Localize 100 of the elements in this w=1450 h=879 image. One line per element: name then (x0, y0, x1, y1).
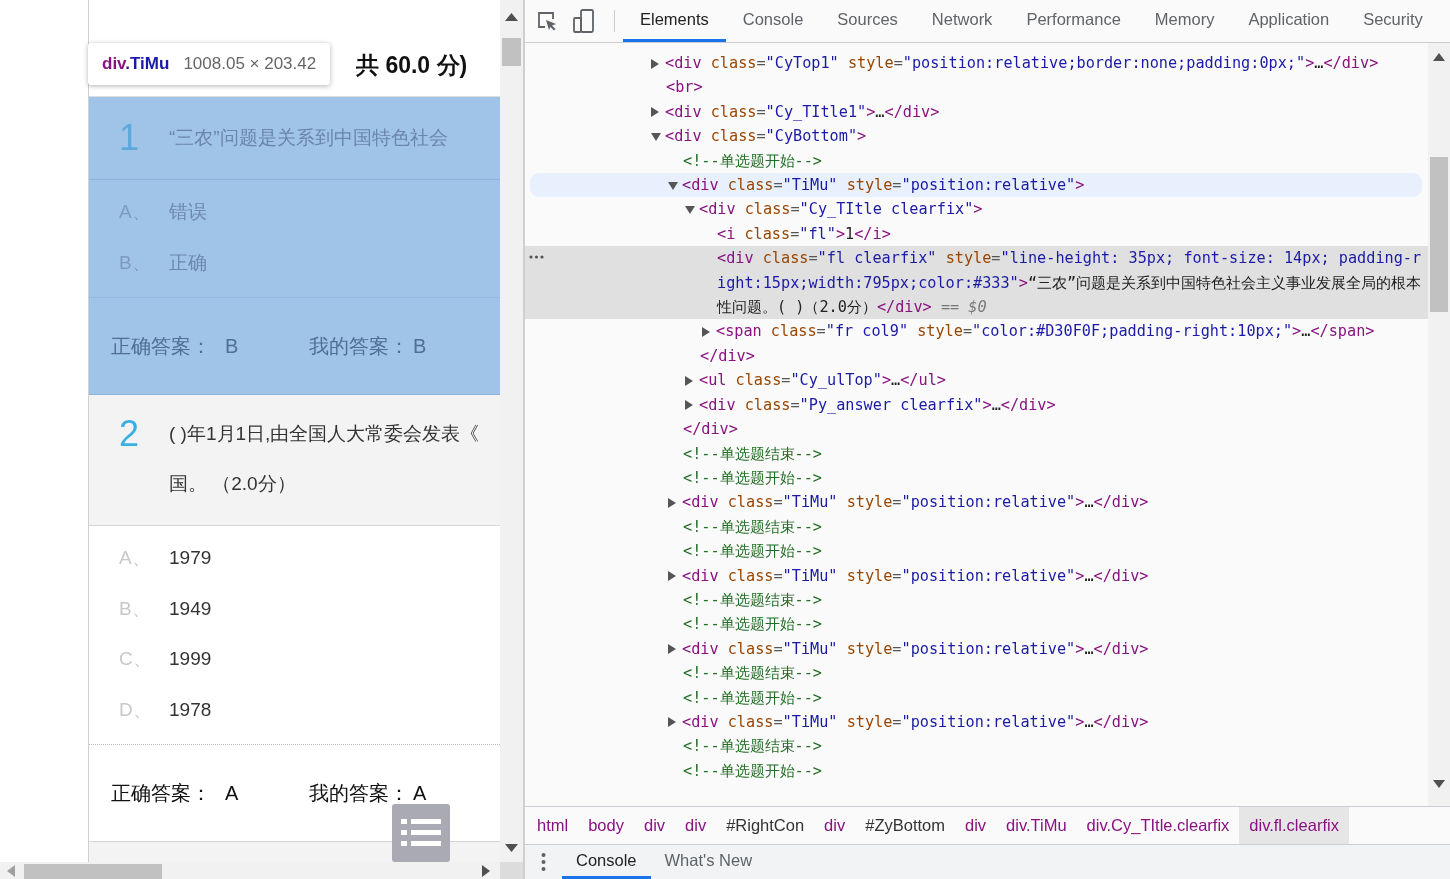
dom-tree-row[interactable]: <div class="Cy_TItle clearfix"> (525, 197, 1428, 222)
dom-tree-row[interactable]: <div class="CyBottom"> (525, 124, 1428, 149)
more-options-icon[interactable] (541, 852, 546, 872)
dom-tree-row[interactable]: <div class="TiMu" style="position:relative">…</div> (525, 563, 1428, 588)
breadcrumb[interactable]: div (633, 807, 676, 844)
panel-tab[interactable]: Performance (1009, 0, 1138, 42)
more-icon[interactable] (529, 255, 544, 260)
breadcrumb[interactable]: #RightCon (716, 807, 815, 844)
answer-value: B (413, 334, 427, 359)
dom-tree-row[interactable]: <!--单选题结束--> (525, 441, 1428, 466)
element-size: 1008.05 × 203.42 (183, 53, 317, 76)
code-text: <!--单选题开始--> (683, 151, 822, 170)
panel-tab[interactable]: Sources (820, 0, 915, 42)
dom-tree-row[interactable]: </div> (525, 417, 1428, 442)
dom-tree-row[interactable]: <!--单选题结束--> (525, 661, 1428, 686)
option-text: 1949 (169, 596, 212, 621)
device-toolbar-icon[interactable] (573, 9, 595, 33)
dom-tree-row[interactable]: <div class="TiMu" style="position:relative">…</div> (525, 636, 1428, 662)
answer-label: 我的答案： (309, 781, 409, 806)
scroll-right-arrow-icon[interactable] (482, 865, 490, 877)
scrollbar[interactable] (1428, 43, 1450, 806)
dom-tree-row[interactable]: <!--单选题开始--> (525, 148, 1428, 174)
panel-tab[interactable]: Memory (1137, 0, 1232, 42)
scrollbar-thumb[interactable] (1430, 157, 1448, 312)
dom-tree-row[interactable]: <div class="Cy_TItle1">…</div> (525, 99, 1428, 125)
code-text: </div> (700, 346, 755, 365)
answer-label: 正确答案： (111, 334, 211, 359)
panel-tab[interactable]: Network (914, 0, 1010, 42)
code-text: <span class="fr col9" style="color:#D30F0F;padding-right:10px;">…</span> (716, 322, 1375, 341)
dom-tree-row[interactable]: <!--单选题开始--> (525, 685, 1428, 710)
scroll-down-arrow-icon[interactable] (505, 844, 518, 852)
dom-tree-row[interactable]: <br> (525, 75, 1428, 100)
code-text: <ul class="Cy_ulTop">…</ul> (699, 371, 946, 390)
dom-tree-row[interactable]: <span class="fr col9" style="color:#D30F0F;padding-right:10px;">…</span> (525, 319, 1428, 344)
code-text: <div class="TiMu" style="position:relative">…</div> (682, 493, 1149, 512)
answer-value: B (225, 334, 239, 359)
scroll-up-arrow-icon[interactable] (505, 13, 518, 21)
code-text: <!--单选题结束--> (683, 664, 822, 683)
score-heading: 共 60.0 分) (356, 50, 468, 80)
answer-label: 我的答案： (309, 334, 409, 359)
dom-tree-row[interactable]: <!--单选题开始--> (525, 612, 1428, 637)
breadcrumb[interactable]: div.TiMu (996, 807, 1077, 844)
panel-tab[interactable]: Elements (623, 0, 726, 42)
drawer-tab[interactable]: Console (562, 845, 651, 879)
breadcrumb[interactable]: div.fl.clearfix (1239, 807, 1349, 844)
breadcrumb[interactable]: div.Cy_TItle.clearfix (1076, 807, 1240, 844)
scrollbar[interactable] (500, 0, 523, 862)
code-text: <div class="Py_answer clearfix">…</div> (699, 395, 1056, 414)
dom-tree-row[interactable]: </div> (525, 343, 1428, 369)
dom-tree-row[interactable]: <!--单选题结束--> (525, 734, 1428, 759)
dom-tree-row[interactable]: <div class="TiMu" style="position:relative">…</div> (525, 490, 1428, 515)
panel-tab[interactable]: Console (725, 0, 821, 42)
breadcrumb[interactable]: body (578, 807, 634, 844)
list-icon (401, 817, 441, 849)
answer-value: A (225, 781, 239, 806)
code-text: <div class="TiMu" style="position:relative">…</div> (682, 566, 1149, 585)
code-text: <!--单选题结束--> (683, 444, 822, 463)
code-text: <!--单选题开始--> (683, 542, 822, 561)
option-text: 错误 (169, 200, 207, 224)
dom-tree-row[interactable]: <div class="Py_answer clearfix">…</div> (525, 392, 1428, 418)
breadcrumb[interactable]: html (527, 807, 579, 844)
element-selector: div.TiMu (102, 53, 170, 76)
dom-tree-row[interactable]: <!--单选题结束--> (525, 514, 1428, 540)
dom-tree-row[interactable]: <i class="fl">1</i> (525, 221, 1428, 247)
scrollbar-corner (500, 862, 523, 879)
panel-tab[interactable]: Application (1231, 0, 1347, 42)
question-number: 1 (118, 116, 141, 160)
dom-tree-row[interactable]: <div class="fl clearfix" style="line-height: 35px; font-size: 14px; padding-right:15px;width:795px;color:#333">“三农”问题是关系到中国特色社会主义事业发展全局的根本性问题。( )（2.0分）</div> == $0 (525, 246, 1428, 320)
scrollbar-thumb[interactable] (502, 38, 521, 66)
code-text: <i class="fl">1</i> (717, 224, 891, 243)
answer-label: 正确答案： (111, 781, 211, 806)
code-text: <div class="TiMu" style="position:relative">…</div> (682, 639, 1149, 658)
dom-tree-row[interactable]: <!--单选题结束--> (525, 587, 1428, 613)
inspect-element-icon[interactable] (536, 10, 558, 32)
scrollbar-thumb[interactable] (24, 864, 162, 879)
dom-tree-row[interactable]: <div class="TiMu" style="position:relative"> (530, 173, 1422, 198)
dom-tree-row[interactable]: <div class="TiMu" style="position:relative">…</div> (525, 709, 1428, 735)
dom-tree-row[interactable]: <ul class="Cy_ulTop">…</ul> (525, 368, 1428, 393)
drawer-tab[interactable]: What's New (650, 845, 767, 879)
option-text: 1979 (169, 546, 212, 570)
scroll-down-arrow-icon[interactable] (1433, 780, 1445, 788)
dom-tree-row[interactable]: <!--单选题开始--> (525, 758, 1428, 784)
code-text: <div class="TiMu" style="position:relative">…</div> (682, 712, 1149, 731)
question-text: ( )年1月1日,由全国人大常委会发表《 (169, 422, 480, 446)
code-text: <div class="Cy_TItle clearfix"> (699, 200, 983, 219)
code-text: </div> (683, 420, 738, 439)
breadcrumb[interactable]: div (814, 807, 856, 844)
code-text: <!--单选题开始--> (683, 468, 822, 487)
breadcrumb[interactable]: div (955, 807, 997, 844)
breadcrumb[interactable]: div (675, 807, 717, 844)
panel-tab[interactable]: Security (1346, 0, 1440, 42)
code-text: <!--单选题结束--> (683, 737, 822, 756)
dom-tree-row[interactable]: <div class="CyTop1" style="position:relative;border:none;padding:0px;">…</div> (525, 51, 1428, 76)
dom-tree-row[interactable]: <!--单选题开始--> (525, 539, 1428, 564)
code-text: <div class="TiMu" style="position:relative"> (682, 176, 1085, 195)
code-text: <br> (666, 78, 703, 97)
dom-tree-row[interactable]: <!--单选题开始--> (525, 465, 1428, 491)
breadcrumb[interactable]: #ZyBottom (855, 807, 955, 844)
scroll-up-arrow-icon[interactable] (1433, 53, 1445, 61)
code-text: <div class="Cy_TItle1">…</div> (665, 102, 940, 121)
